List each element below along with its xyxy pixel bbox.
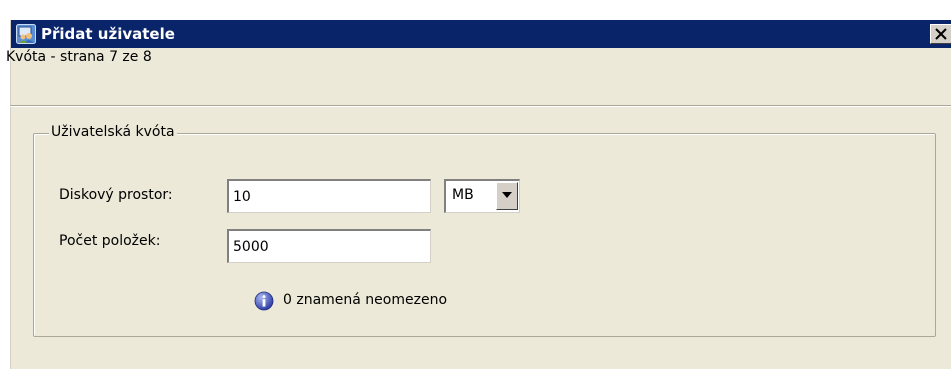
header-separator (10, 105, 951, 107)
unit-selected-value: MB (452, 187, 474, 203)
window-title: Přidat uživatele (41, 25, 175, 43)
quota-groupbox (33, 133, 936, 337)
info-icon (254, 291, 274, 311)
unlimited-hint-text: 0 znamená neomezeno (283, 292, 448, 308)
quota-group-legend: Uživatelská kvóta (49, 124, 177, 140)
wizard-header (11, 48, 951, 106)
title-bar: Přidat uživatele (11, 20, 951, 48)
close-button[interactable] (930, 24, 951, 44)
close-icon (935, 28, 947, 40)
item-count-input[interactable] (227, 229, 431, 263)
users-app-icon (16, 24, 36, 44)
wizard-page-label: Kvóta - strana 7 ze 8 (6, 49, 152, 65)
disk-space-input[interactable] (227, 179, 431, 213)
disk-space-unit-select[interactable]: MB (444, 179, 520, 213)
chevron-down-icon (502, 192, 512, 198)
disk-space-label: Diskový prostor: (59, 187, 173, 203)
item-count-label: Počet položek: (59, 233, 161, 249)
unit-dropdown-button[interactable] (496, 182, 518, 210)
